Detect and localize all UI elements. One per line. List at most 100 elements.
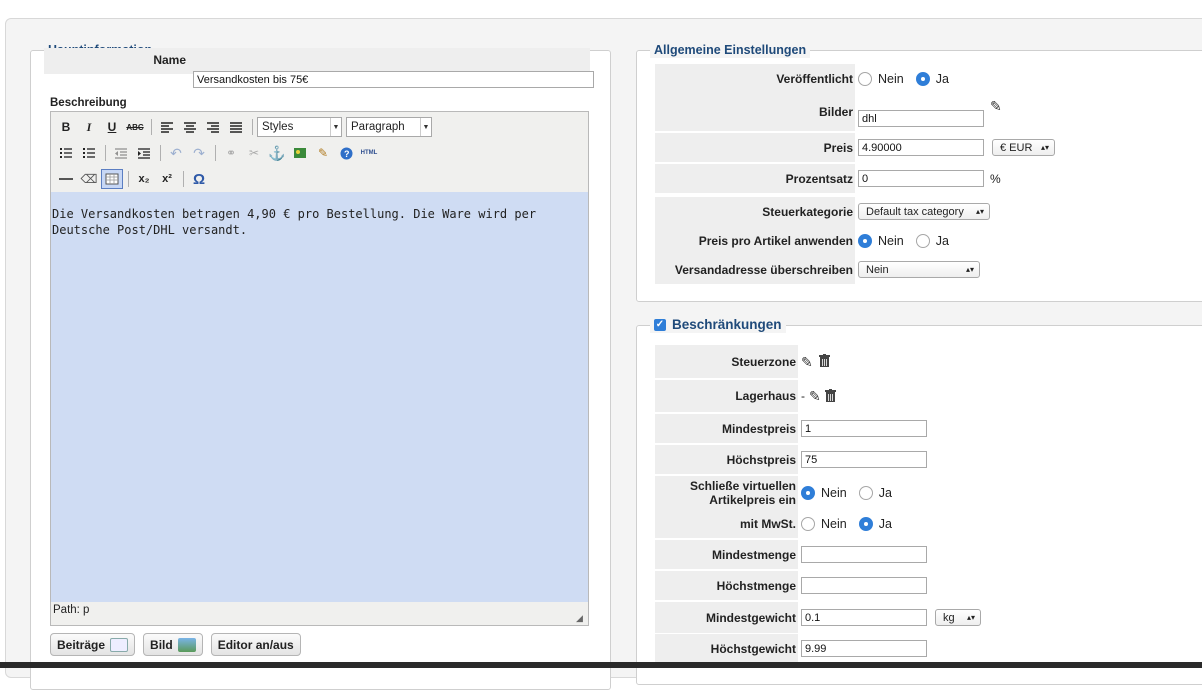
- published-no-label: Nein: [878, 71, 904, 86]
- undo-icon[interactable]: ↶: [165, 143, 187, 163]
- superscript-button[interactable]: x²: [156, 169, 178, 189]
- price-label: Preis: [655, 133, 855, 162]
- styles-select[interactable]: Styles ▼: [257, 117, 342, 137]
- toolbar-separator: [252, 119, 253, 135]
- checkbox-icon[interactable]: ✓: [654, 319, 666, 331]
- pencil-icon[interactable]: ✎: [809, 389, 821, 403]
- editor-path-bar: Path: p: [53, 604, 90, 616]
- percentage-input[interactable]: [858, 170, 984, 187]
- redo-icon[interactable]: ↷: [188, 143, 210, 163]
- tax-category-select[interactable]: Default tax category ▴▾: [858, 203, 990, 220]
- price-per-item-label: Preis pro Artikel anwenden: [655, 226, 855, 255]
- price-per-item-no-label: Nein: [878, 233, 904, 248]
- currency-select[interactable]: € EUR ▴▾: [992, 139, 1055, 156]
- trash-icon[interactable]: [824, 388, 836, 404]
- virtual-yes-radio[interactable]: [858, 485, 873, 500]
- weight-unit-value: kg: [943, 611, 955, 624]
- max-qty-input[interactable]: [801, 577, 927, 594]
- vat-no-radio[interactable]: [801, 516, 815, 531]
- vat-yes-radio[interactable]: [858, 516, 873, 531]
- tax-category-value: Default tax category: [866, 205, 964, 218]
- italic-button[interactable]: I: [78, 117, 100, 137]
- html-source-button[interactable]: HTML: [358, 143, 380, 163]
- image-icon[interactable]: [289, 143, 311, 163]
- pencil-icon[interactable]: ✎: [990, 99, 1002, 113]
- chevron-updown-icon: ▴▾: [965, 265, 974, 274]
- general-settings-legend: Allgemeine Einstellungen: [650, 42, 811, 58]
- max-weight-label: Höchstgewicht: [655, 634, 798, 663]
- editor-toolbar-row-2: ↶ ↷ ⚭ ✂ ⚓ ✎ ? HTML: [55, 142, 381, 164]
- min-price-input[interactable]: [801, 420, 927, 437]
- align-center-icon[interactable]: [179, 117, 201, 137]
- articles-button[interactable]: Beiträge: [50, 633, 136, 656]
- image-button[interactable]: Bild: [143, 633, 203, 656]
- align-left-icon[interactable]: [156, 117, 178, 137]
- link-icon[interactable]: ⚭: [220, 143, 242, 163]
- bullet-list-icon[interactable]: [55, 143, 77, 163]
- chevron-down-icon: ▼: [330, 118, 341, 136]
- outdent-icon[interactable]: [110, 143, 132, 163]
- align-right-icon[interactable]: [202, 117, 224, 137]
- virtual-no-radio[interactable]: [801, 485, 815, 500]
- min-qty-input[interactable]: [801, 546, 927, 563]
- resize-handle-icon[interactable]: ◢: [576, 613, 586, 623]
- toolbar-separator: [128, 171, 129, 187]
- underline-button[interactable]: U: [101, 117, 123, 137]
- images-input[interactable]: [858, 110, 984, 127]
- rich-text-editor: B I U ABC Styles ▼ Paragraph ▼ ↶ ↷ ⚭ ✂ ⚓…: [50, 111, 589, 626]
- name-label: Name: [153, 53, 186, 67]
- vat-label: mit MwSt.: [655, 509, 798, 538]
- weight-unit-select[interactable]: kg ▴▾: [935, 609, 981, 626]
- override-address-select[interactable]: Nein ▴▾: [858, 261, 980, 278]
- override-address-value: Nein: [866, 263, 889, 276]
- published-no-radio[interactable]: [858, 71, 872, 86]
- editor-content-text: Die Versandkosten betragen 4,90 € pro Be…: [52, 207, 537, 237]
- chevron-down-icon: ▼: [420, 118, 431, 136]
- align-justify-icon[interactable]: [225, 117, 247, 137]
- toggle-editor-button[interactable]: Editor an/aus: [210, 633, 301, 656]
- virtual-yes-label: Ja: [878, 485, 892, 500]
- help-icon[interactable]: ?: [335, 143, 357, 163]
- toggle-editor-label: Editor an/aus: [217, 637, 294, 652]
- chevron-updown-icon: ▴▾: [975, 207, 984, 216]
- price-per-item-yes-label: Ja: [935, 233, 949, 248]
- name-input[interactable]: [193, 71, 594, 88]
- styles-select-value: Styles: [262, 121, 294, 133]
- bold-button[interactable]: B: [55, 117, 77, 137]
- special-char-button[interactable]: Ω: [188, 169, 210, 189]
- toolbar-separator: [160, 145, 161, 161]
- trash-icon[interactable]: [818, 354, 830, 369]
- format-select-value: Paragraph: [351, 121, 405, 133]
- format-select[interactable]: Paragraph ▼: [346, 117, 432, 137]
- table-grid-icon[interactable]: [101, 169, 123, 189]
- strikethrough-button[interactable]: ABC: [124, 117, 146, 137]
- currency-select-value: € EUR: [1000, 141, 1033, 154]
- unlink-icon[interactable]: ✂: [243, 143, 265, 163]
- virtual-no-label: Nein: [821, 485, 847, 500]
- chevron-updown-icon: ▴▾: [966, 613, 975, 622]
- images-label: Bilder: [655, 93, 855, 131]
- toolbar-separator: [151, 119, 152, 135]
- virtual-price-label: Schließe virtuellen Artikelpreis ein: [655, 476, 798, 509]
- published-yes-label: Ja: [935, 71, 949, 86]
- min-weight-input[interactable]: [801, 609, 927, 626]
- pencil-icon[interactable]: ✎: [801, 355, 813, 369]
- price-per-item-no-radio[interactable]: [858, 233, 872, 248]
- max-weight-input[interactable]: [801, 640, 927, 657]
- indent-icon[interactable]: [133, 143, 155, 163]
- price-input[interactable]: [858, 139, 984, 156]
- subscript-button[interactable]: x₂: [133, 169, 155, 189]
- override-address-label: Versandadresse überschreiben: [655, 255, 855, 284]
- cleanup-icon[interactable]: ✎: [312, 143, 334, 163]
- restrictions-legend[interactable]: ✓ Beschränkungen: [650, 317, 786, 333]
- max-price-input[interactable]: [801, 451, 927, 468]
- numbered-list-icon[interactable]: [78, 143, 100, 163]
- price-per-item-yes-radio[interactable]: [915, 233, 930, 248]
- published-yes-radio[interactable]: [915, 71, 930, 86]
- min-weight-label: Mindestgewicht: [655, 602, 798, 633]
- horizontal-rule-icon[interactable]: [55, 169, 77, 189]
- anchor-icon[interactable]: ⚓: [266, 143, 288, 163]
- eraser-icon[interactable]: ⌫: [78, 169, 100, 189]
- editor-content-area[interactable]: Die Versandkosten betragen 4,90 € pro Be…: [51, 192, 588, 602]
- svg-text:?: ?: [344, 149, 350, 159]
